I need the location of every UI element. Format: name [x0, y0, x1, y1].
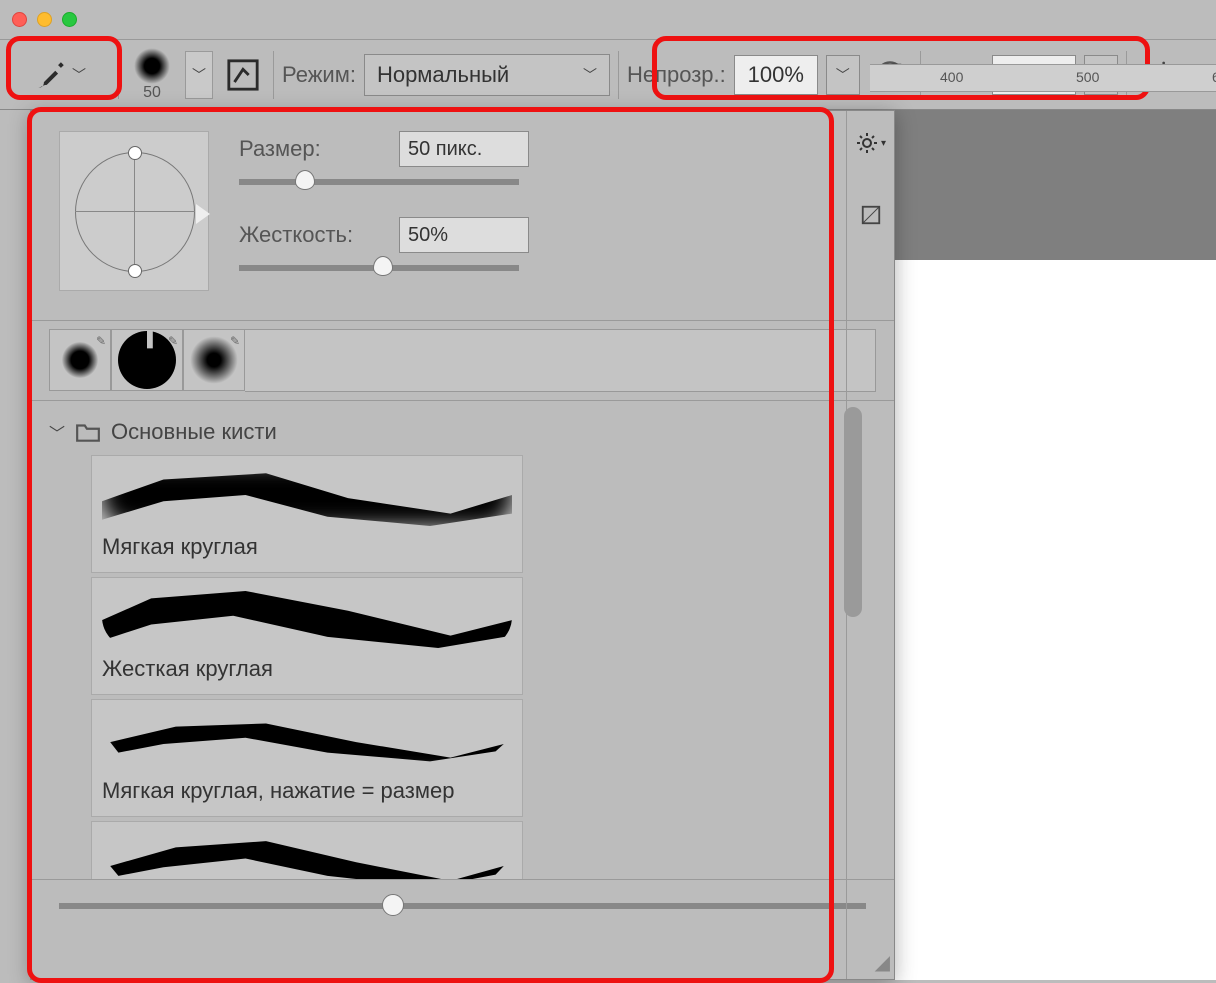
- size-input[interactable]: 50 пикс.: [399, 131, 529, 167]
- recent-brushes-strip: ✎ ✎ ✎: [31, 321, 894, 401]
- brush-stroke-preview: [102, 586, 512, 648]
- hardness-label: Жесткость:: [239, 222, 379, 248]
- minimize-window-button[interactable]: [37, 12, 52, 27]
- zoom-window-button[interactable]: [62, 12, 77, 27]
- brush-preset-name: Жесткая круглая: [102, 656, 512, 682]
- current-tool-brush[interactable]: ﹀: [10, 47, 110, 103]
- folder-icon: [75, 421, 101, 443]
- brush-preset-popover: Размер: 50 пикс. Жесткость: 50% ✎ ✎ ✎: [30, 110, 895, 980]
- preview-size-slider-row: [31, 879, 894, 931]
- angle-handle[interactable]: [128, 264, 142, 278]
- brush-stroke-preview: [102, 708, 512, 770]
- brush-preset-list: ﹀ Основные кисти Мягкая круглая Жесткая к…: [31, 401, 894, 879]
- recent-brush[interactable]: ✎: [49, 329, 111, 391]
- chevron-down-icon: ﹀: [49, 420, 65, 444]
- recent-brush[interactable]: ✎: [111, 329, 183, 391]
- brush-preset-swatch[interactable]: 50: [127, 48, 177, 102]
- brush-preset-item[interactable]: Мягкая круглая: [91, 455, 523, 573]
- chevron-down-icon: ﹀: [836, 65, 850, 85]
- preview-size-slider[interactable]: [59, 903, 866, 909]
- brush-folder-header[interactable]: ﹀ Основные кисти: [49, 413, 876, 451]
- brush-thumb: [62, 342, 98, 378]
- brush-stroke-preview: [102, 464, 512, 526]
- hardness-slider[interactable]: [239, 265, 519, 271]
- popover-sidebar: ▾: [846, 111, 894, 979]
- brush-preset-dropdown[interactable]: ﹀: [185, 51, 213, 99]
- recent-brushes-empty: [245, 329, 876, 392]
- brush-preset-name: Мягкая круглая, нажатие = размер: [102, 778, 512, 804]
- divider: [273, 51, 274, 99]
- brush-icon: ✎: [96, 334, 106, 348]
- divider: [618, 51, 619, 99]
- brush-angle-widget[interactable]: [59, 131, 209, 291]
- opacity-dropdown[interactable]: ﹀: [826, 55, 860, 95]
- blend-mode-value: Нормальный: [377, 62, 509, 88]
- brush-tip-settings: Размер: 50 пикс. Жесткость: 50%: [31, 111, 894, 321]
- blend-mode-label: Режим:: [282, 62, 356, 88]
- chevron-down-icon: ﹀: [192, 65, 206, 85]
- chevron-down-icon: ﹀: [583, 65, 597, 85]
- brush-icon: ✎: [168, 334, 178, 348]
- brush-preview-dot: [134, 48, 170, 84]
- brush-preset-item[interactable]: Жесткая круглая, нажатие = размер: [91, 821, 523, 879]
- chevron-down-icon: ▾: [881, 138, 886, 149]
- angle-crosshair: [75, 152, 195, 272]
- brush-preset-name: Мягкая круглая: [102, 534, 512, 560]
- horizontal-ruler: 400 500 600: [870, 64, 1216, 92]
- window-titlebar: [0, 0, 1216, 40]
- blend-mode-select[interactable]: Нормальный ﹀: [364, 54, 610, 96]
- brush-stroke-preview: [102, 830, 512, 879]
- new-preset-icon: [860, 204, 882, 226]
- close-window-button[interactable]: [12, 12, 27, 27]
- brush-size-readout: 50: [143, 84, 161, 102]
- slider-thumb[interactable]: [295, 170, 315, 190]
- slider-thumb[interactable]: [373, 256, 393, 276]
- brush-icon: [34, 58, 68, 92]
- gear-icon: [855, 131, 879, 155]
- brush-preset-item[interactable]: Жесткая круглая: [91, 577, 523, 695]
- angle-handle[interactable]: [128, 146, 142, 160]
- brush-folder-title: Основные кисти: [111, 419, 277, 445]
- angle-arrow-icon[interactable]: [196, 204, 210, 224]
- size-label: Размер:: [239, 136, 379, 162]
- size-slider[interactable]: [239, 179, 519, 185]
- brush-panel-icon: [226, 58, 260, 92]
- recent-brush[interactable]: ✎: [183, 329, 245, 391]
- panel-menu-button[interactable]: ▾: [849, 121, 893, 165]
- opacity-input[interactable]: 100%: [734, 55, 818, 95]
- document-canvas[interactable]: [870, 260, 1216, 980]
- resize-grip-icon[interactable]: ◢: [875, 950, 890, 975]
- brush-icon: ✎: [230, 334, 240, 348]
- brush-preset-item[interactable]: Мягкая круглая, нажатие = размер: [91, 699, 523, 817]
- chevron-down-icon: ﹀: [72, 65, 86, 85]
- divider: [118, 51, 119, 99]
- opacity-label: Непрозр.:: [627, 62, 726, 88]
- new-preset-button[interactable]: [849, 193, 893, 237]
- hardness-input[interactable]: 50%: [399, 217, 529, 253]
- brush-settings-panel-button[interactable]: [221, 53, 265, 97]
- slider-thumb[interactable]: [382, 894, 404, 916]
